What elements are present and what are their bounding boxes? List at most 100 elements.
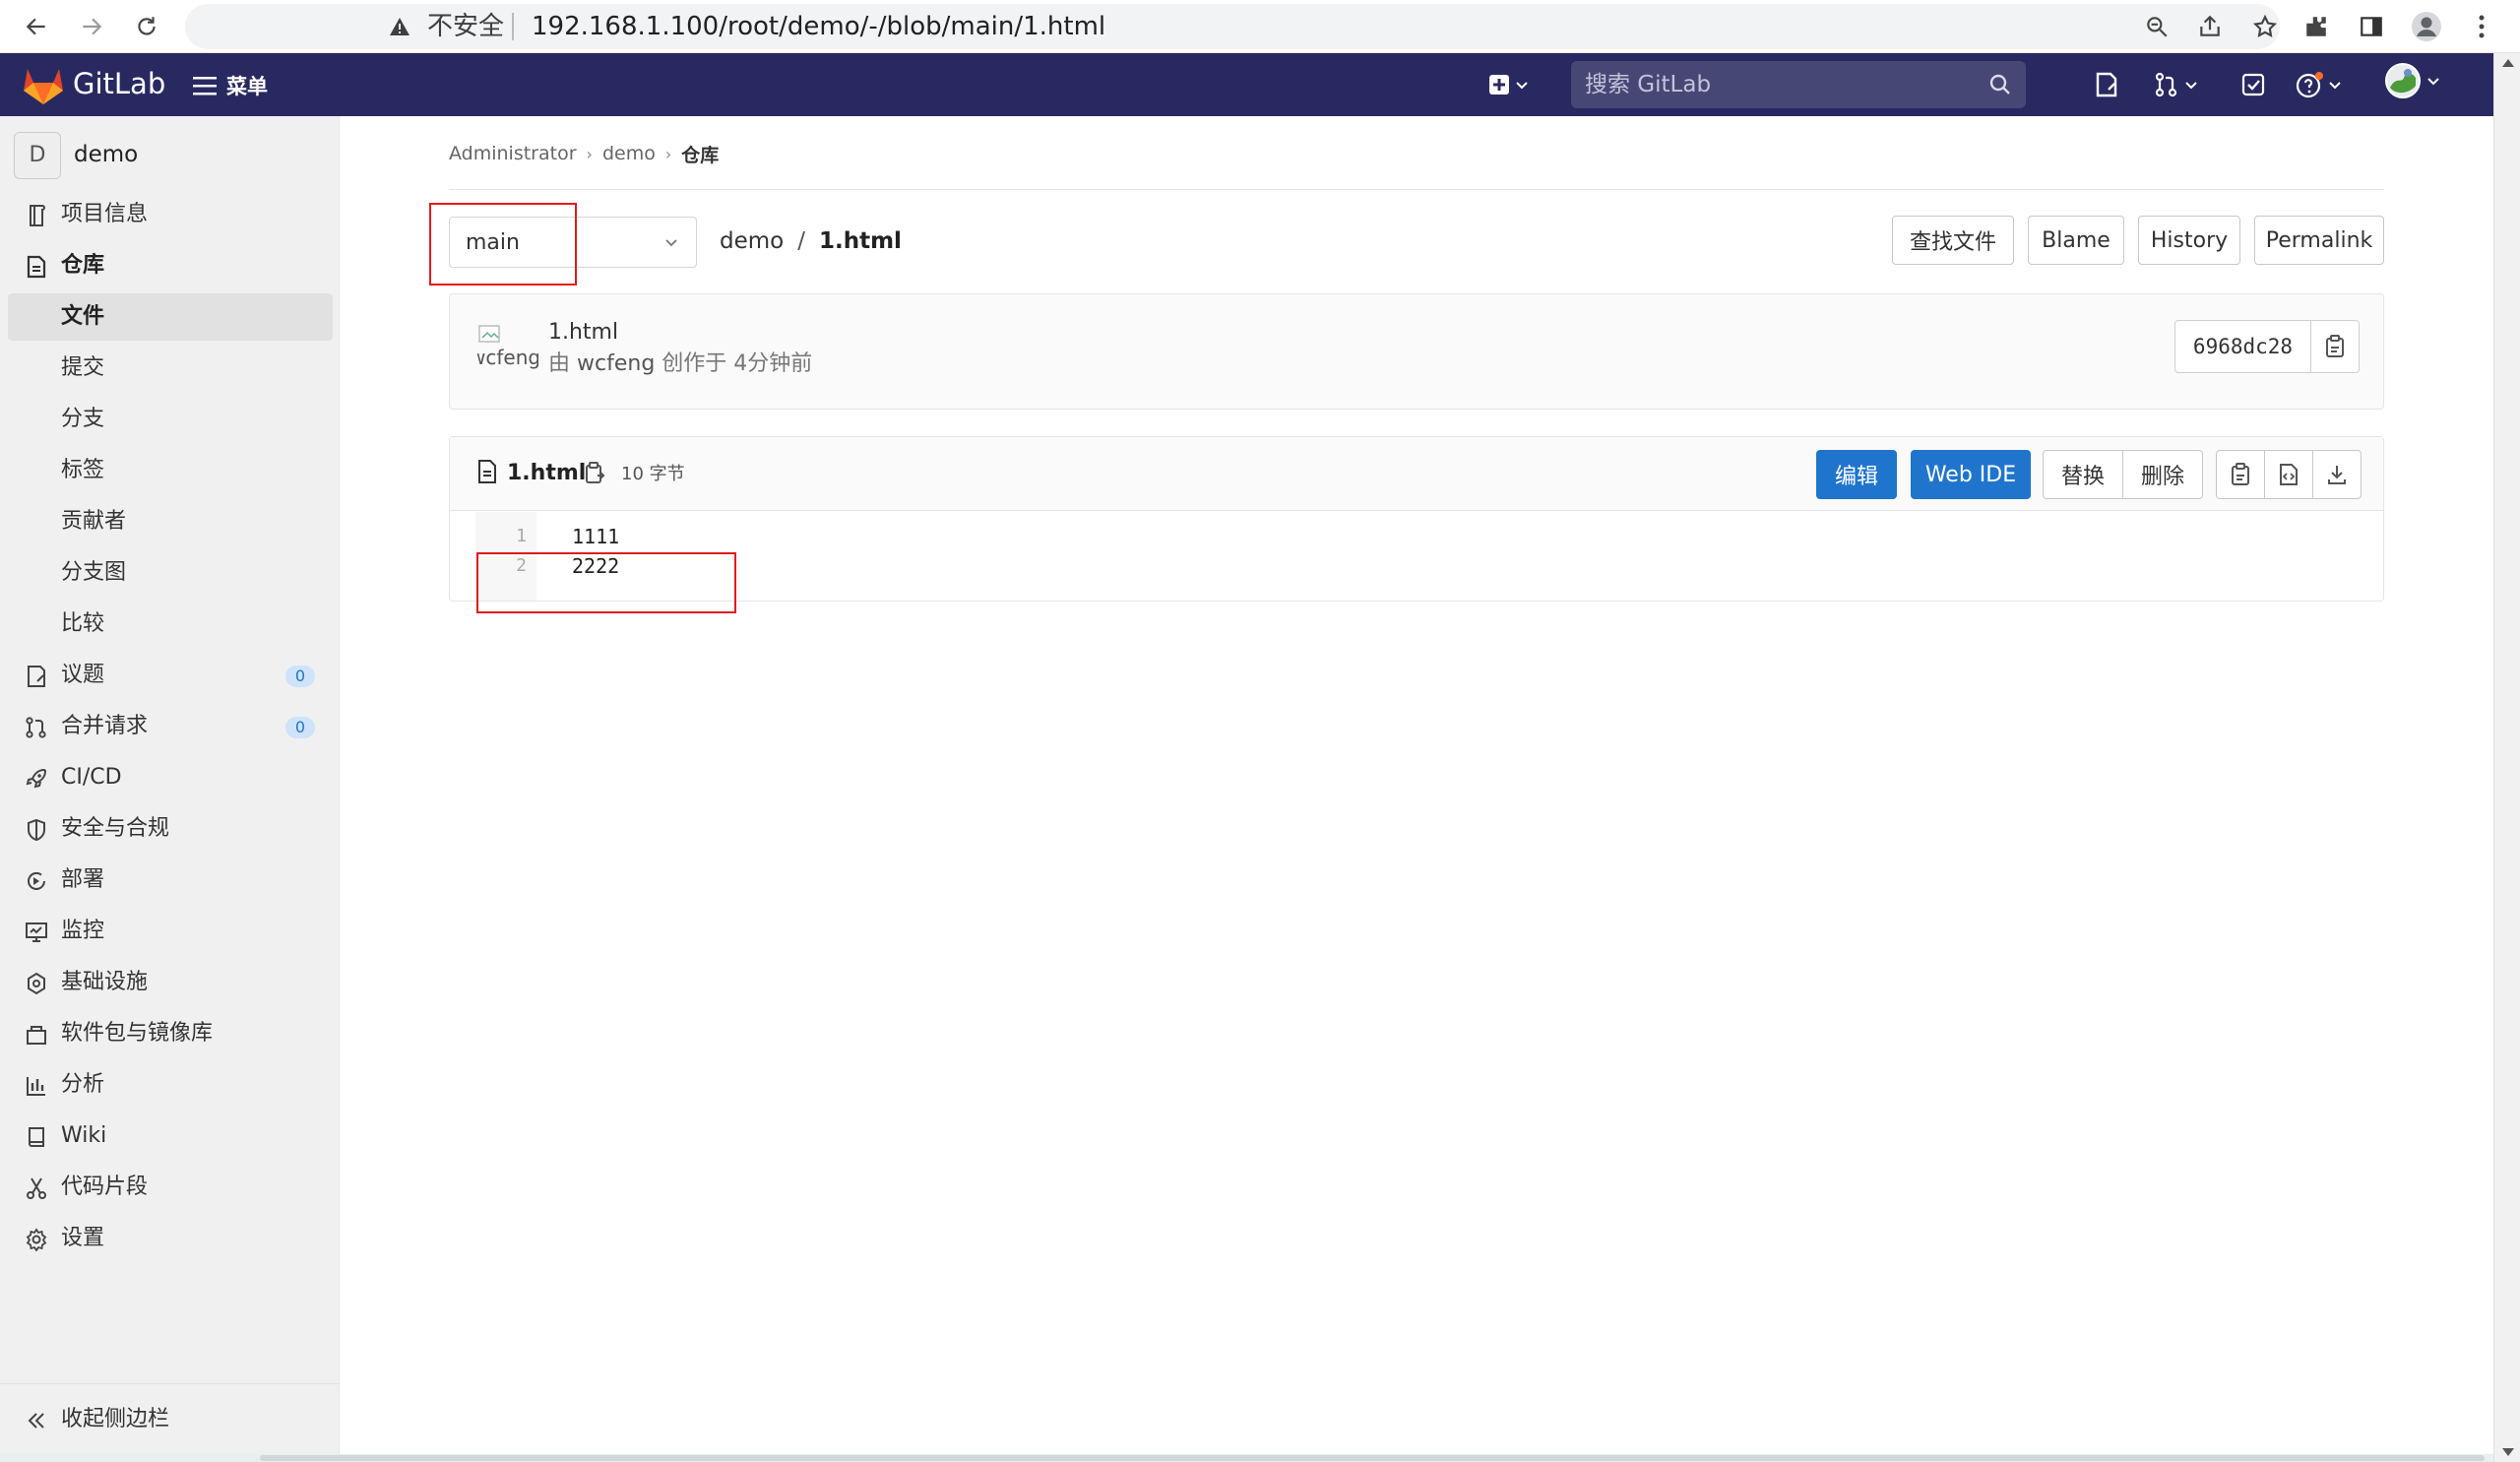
bookmark-star-icon[interactable] [2246, 8, 2284, 45]
open-raw-button[interactable] [2264, 450, 2313, 499]
sidebar-item-ci-cd[interactable]: CI/CD [8, 754, 333, 801]
sidebar-item-project-info[interactable]: 项目信息 [8, 191, 333, 238]
merge-request-icon [2155, 72, 2177, 97]
merge-requests-shortcut[interactable] [2154, 69, 2199, 100]
address-bar[interactable]: 不安全 192.168.1.100/root/demo/-/blob/main/… [185, 4, 2280, 49]
vertical-scrollbar[interactable] [2493, 53, 2520, 1462]
breadcrumb-current[interactable]: 仓库 [681, 141, 719, 167]
create-new-button[interactable] [1488, 69, 1530, 100]
search-input[interactable]: 搜索 GitLab [1571, 61, 2026, 108]
monitor-icon [24, 920, 49, 945]
horizontal-scroll-thumb[interactable] [260, 1455, 2485, 1461]
sidebar-item-settings[interactable]: 设置 [8, 1215, 333, 1262]
url-text[interactable]: 192.168.1.100/root/demo/-/blob/main/1.ht… [532, 11, 1105, 42]
copy-path-icon[interactable] [584, 461, 605, 484]
path-separator: / [797, 228, 805, 254]
path-file[interactable]: 1.html [819, 228, 902, 254]
edit-button[interactable]: 编辑 [1816, 450, 1897, 499]
sidebar-item-label: 议题 [61, 663, 105, 687]
file-size: 10 字节 [621, 464, 685, 484]
gitlab-logo-icon[interactable] [22, 65, 65, 106]
sidebar-item-label: 基础设施 [61, 970, 149, 994]
forward-icon[interactable] [73, 8, 110, 45]
sidebar-item-commits[interactable]: 提交 [8, 345, 333, 392]
sidebar-item-security-compliance[interactable]: 安全与合规 [8, 805, 333, 853]
replace-button[interactable]: 替换 [2043, 450, 2123, 499]
broken-image-icon [478, 325, 500, 343]
sidebar-item-issues[interactable]: 议题 0 [8, 652, 333, 699]
sidebar-item-tags[interactable]: 标签 [8, 447, 333, 494]
chevron-down-icon [2185, 82, 2197, 90]
share-icon[interactable] [2191, 8, 2229, 45]
profile-icon[interactable] [2408, 8, 2445, 45]
sidebar-item-deployments[interactable]: 部署 [8, 857, 333, 904]
web-ide-button[interactable]: Web IDE [1911, 450, 2031, 499]
commit-author-avatar[interactable]: wcfeng [477, 324, 538, 385]
code-line: 1111 [572, 525, 620, 548]
commit-created: 创作于 4分钟前 [662, 351, 813, 376]
sidebar-item-infrastructure[interactable]: 基础设施 [8, 959, 333, 1006]
path-root-link[interactable]: demo [720, 228, 784, 254]
main-menu-button[interactable]: 菜单 [193, 69, 268, 102]
commit-author-link[interactable]: wcfeng [577, 351, 655, 376]
history-button[interactable]: History [2138, 216, 2240, 265]
back-icon[interactable] [18, 8, 55, 45]
permalink-button[interactable]: Permalink [2254, 216, 2384, 265]
sidebar-item-packages-registries[interactable]: 软件包与镜像库 [8, 1010, 333, 1057]
find-file-button[interactable]: 查找文件 [1892, 216, 2014, 265]
horizontal-scrollbar[interactable] [0, 1454, 2493, 1462]
sidebar-item-compare[interactable]: 比较 [8, 601, 333, 648]
reload-icon[interactable] [128, 8, 165, 45]
sidebar-item-label: Wiki [61, 1123, 107, 1148]
sidebar-item-label: 安全与合规 [61, 816, 170, 841]
sidebar-item-analytics[interactable]: 分析 [8, 1061, 333, 1109]
project-name[interactable]: demo [74, 138, 138, 171]
line-number[interactable]: 2 [475, 551, 527, 581]
collapse-sidebar-button[interactable]: 收起侧边栏 [0, 1383, 340, 1454]
sidebar-item-branches[interactable]: 分支 [8, 396, 333, 443]
line-number[interactable]: 1 [475, 522, 527, 551]
side-panel-icon[interactable] [2353, 8, 2390, 45]
zoom-icon[interactable] [2138, 8, 2175, 45]
sidebar-item-label: 部署 [61, 867, 105, 892]
commit-sha-link[interactable]: 6968dc28 [2175, 321, 2311, 372]
copy-sha-button[interactable] [2311, 321, 2359, 372]
chart-icon [24, 1073, 49, 1099]
browser-menu-icon[interactable] [2463, 8, 2500, 45]
sidebar-item-wiki[interactable]: Wiki [8, 1112, 333, 1160]
copy-contents-button[interactable] [2216, 450, 2265, 499]
sidebar-item-repository[interactable]: 仓库 [8, 242, 333, 289]
project-avatar[interactable]: D [14, 132, 61, 179]
sidebar-item-files[interactable]: 文件 [8, 293, 333, 341]
merge-request-icon [24, 715, 49, 740]
sidebar-item-graph[interactable]: 分支图 [8, 549, 333, 597]
issues-shortcut[interactable] [2095, 69, 2118, 100]
commit-meta: 由 wcfeng 创作于 4分钟前 [548, 350, 812, 379]
sidebar-item-merge-requests[interactable]: 合并请求 0 [8, 703, 333, 750]
sidebar-item-monitor[interactable]: 监控 [8, 908, 333, 955]
extensions-icon[interactable] [2298, 8, 2335, 45]
chevron-down-icon [665, 239, 677, 247]
collapse-sidebar-row[interactable]: 收起侧边栏 [8, 1396, 333, 1443]
branch-selector[interactable]: main [449, 217, 697, 268]
user-menu-button[interactable] [2384, 63, 2441, 98]
sidebar-item-label: 软件包与镜像库 [61, 1021, 214, 1046]
scroll-down-arrow-icon[interactable] [2502, 1448, 2514, 1456]
line-number-gutter: 1 2 [475, 512, 536, 601]
download-button[interactable] [2312, 450, 2362, 499]
download-icon [2328, 466, 2346, 484]
delete-button[interactable]: 删除 [2122, 450, 2203, 499]
todos-shortcut[interactable] [2240, 69, 2266, 100]
last-commit-panel: wcfeng 1.html 由 wcfeng 创作于 4分钟前 6968dc28 [449, 293, 2384, 410]
project-info-icon [24, 203, 49, 228]
commit-title-link[interactable]: 1.html [548, 318, 618, 348]
blame-button[interactable]: Blame [2028, 216, 2124, 265]
breadcrumb-item[interactable]: Administrator [449, 143, 577, 164]
sidebar-item-label: 比较 [61, 611, 105, 636]
help-button[interactable] [2296, 69, 2343, 100]
sidebar-item-contributors[interactable]: 贡献者 [8, 498, 333, 545]
sidebar-item-snippets[interactable]: 代码片段 [8, 1164, 333, 1211]
scroll-up-arrow-icon[interactable] [2502, 59, 2514, 67]
gitlab-brand[interactable]: GitLab [73, 67, 165, 100]
breadcrumb-item[interactable]: demo [602, 143, 656, 164]
